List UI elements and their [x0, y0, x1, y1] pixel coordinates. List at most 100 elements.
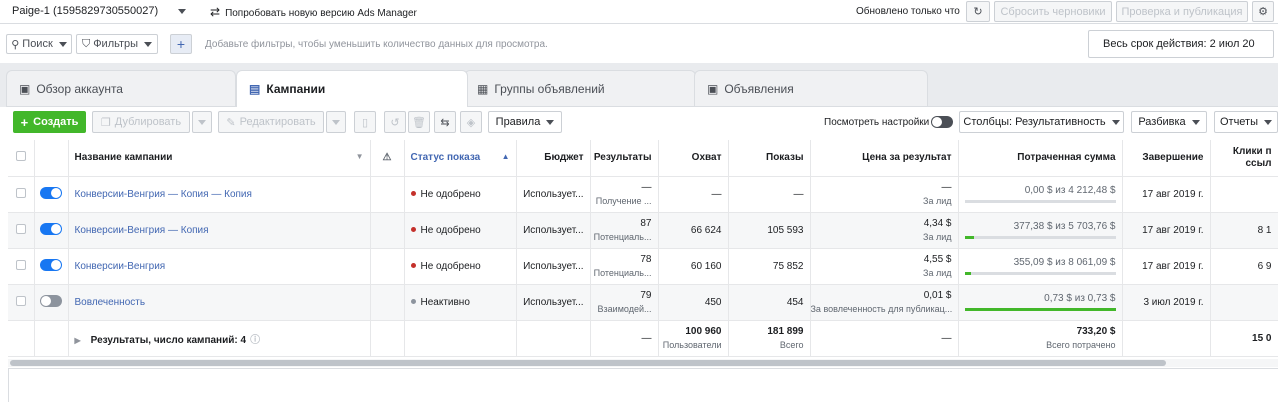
breakdown-button[interactable]: Разбивка	[1131, 111, 1207, 133]
clicks-value: 8 1	[1257, 224, 1272, 236]
header-end[interactable]: Завершение	[1122, 140, 1211, 177]
header-impressions[interactable]: Показы	[728, 140, 811, 177]
campaign-name-link[interactable]: Конверсии-Венгрия — Копия — Копия	[75, 189, 252, 200]
campaign-toggle[interactable]	[40, 294, 62, 307]
select-all-cell[interactable]	[8, 140, 35, 177]
header-label: Результаты	[593, 152, 652, 164]
status-text: Не одобрено	[420, 260, 481, 272]
impressions-cell: 105 593	[728, 212, 811, 249]
refresh-button[interactable]: ↻	[966, 1, 990, 22]
campaigns-table: Название кампании ▼ ⚠ Статус показа ▲ Бюдж…	[8, 140, 1278, 357]
results-cell: 78 Потенциаль...	[590, 248, 659, 285]
table-row[interactable]: Конверсии-Венгрия — Копия — Копия Не одоб…	[8, 176, 1278, 213]
columns-button[interactable]: Столбцы: Результативность	[959, 111, 1124, 133]
header-cost-per-result[interactable]: Цена за результат	[810, 140, 959, 177]
header-label: Цена за результат	[862, 152, 952, 164]
totals-reach-value: 100 960	[685, 326, 722, 337]
search-button[interactable]: ⚲ Поиск	[6, 34, 72, 54]
reach-value: 60 160	[690, 260, 722, 272]
end-date: 17 авг 2019 г.	[1142, 188, 1204, 200]
reach-cell: 60 160	[658, 248, 729, 285]
expand-icon[interactable]: ▶	[75, 336, 81, 345]
document-button[interactable]: ▯	[354, 111, 376, 133]
reports-label: Отчеты	[1219, 116, 1259, 128]
try-new-link[interactable]: ⇄ Попробовать новую версию Ads Manager	[210, 5, 417, 19]
filters-button[interactable]: ⛉ Фильтры	[76, 34, 158, 54]
date-range-selector[interactable]: Весь срок действия: 2 июл 20	[1088, 30, 1274, 58]
header-amount-spent[interactable]: Потраченная сумма	[958, 140, 1123, 177]
reach-value: 450	[704, 296, 722, 308]
tab-account-overview[interactable]: ▣ Обзор аккаунта	[6, 70, 236, 107]
campaign-toggle[interactable]	[40, 186, 62, 199]
totals-impressions-value: 181 899	[767, 326, 804, 337]
tab-ad-sets[interactable]: ▦ Группы объявлений	[464, 70, 696, 107]
create-button[interactable]: + Создать	[13, 111, 86, 133]
duplicate-dropdown[interactable]	[192, 111, 212, 133]
campaign-toggle[interactable]	[40, 222, 62, 235]
campaign-name-link[interactable]: Конверсии-Венгрия — Копия	[75, 225, 209, 236]
reach-cell: 450	[658, 284, 729, 321]
horizontal-scrollbar-thumb[interactable]	[10, 360, 1166, 366]
spent-cell: 0,00 $ из 4 212,48 $	[958, 176, 1123, 213]
header-label: Завершение	[1142, 152, 1204, 164]
edit-dropdown[interactable]	[326, 111, 346, 133]
clicks-cell: 8 1	[1210, 212, 1278, 249]
row-checkbox[interactable]	[15, 259, 26, 270]
table-row[interactable]: Конверсии-Венгрия Не одобрено Использует..…	[8, 248, 1278, 285]
select-cell[interactable]	[8, 248, 35, 285]
tab-ads[interactable]: ▣ Объявления	[694, 70, 928, 107]
header-link-clicks[interactable]: Клики п ссыл	[1210, 140, 1278, 177]
select-cell[interactable]	[8, 284, 35, 321]
header-delivery-status[interactable]: Статус показа ▲	[404, 140, 517, 177]
tab-campaigns[interactable]: ▤ Кампании	[236, 70, 468, 107]
status-cell: Не одобрено	[404, 176, 517, 213]
table-row[interactable]: Конверсии-Венгрия — Копия Не одобрено Испо…	[8, 212, 1278, 249]
tag-button[interactable]: ◈	[460, 111, 482, 133]
reports-button[interactable]: Отчеты	[1214, 111, 1278, 133]
header-label: Охват	[691, 152, 722, 164]
totals-cost-value: —	[941, 332, 952, 344]
toggle-cell	[34, 248, 69, 285]
delete-button[interactable]: 🗑	[408, 111, 430, 133]
select-all-checkbox[interactable]	[15, 151, 26, 162]
spent-value: 355,09 $ из 8 061,09 $	[1013, 257, 1116, 268]
impressions-value: 75 852	[772, 260, 804, 272]
toggle-header	[34, 140, 69, 177]
spend-progress-bar	[964, 272, 1116, 275]
header-reach[interactable]: Охват	[658, 140, 729, 177]
review-publish-button[interactable]: Проверка и публикация	[1116, 1, 1248, 22]
spent-cell: 377,38 $ из 5 703,76 $	[958, 212, 1123, 249]
grid-icon: ▦	[477, 82, 489, 96]
campaign-name-link[interactable]: Вовлеченность	[75, 297, 146, 308]
status-text: Неактивно	[420, 296, 470, 308]
duplicate-button[interactable]: ❐ Дублировать	[92, 111, 190, 133]
select-cell[interactable]	[8, 176, 35, 213]
status-dot	[410, 299, 416, 305]
add-filter-button[interactable]: +	[170, 34, 192, 54]
view-settings-toggle[interactable]	[931, 116, 953, 128]
switch-icon: ⇄	[210, 5, 221, 19]
rules-button[interactable]: Правила	[488, 111, 562, 133]
campaign-toggle[interactable]	[40, 258, 62, 271]
select-cell[interactable]	[8, 212, 35, 249]
header-campaign-name[interactable]: Название кампании ▼	[68, 140, 371, 177]
warning-cell	[370, 284, 405, 321]
table-row[interactable]: Вовлеченность Неактивно Использует... 79 Вза…	[8, 284, 1278, 321]
updated-text: Обновлено только что	[856, 6, 960, 17]
edit-button[interactable]: ✎ Редактировать	[218, 111, 324, 133]
cost-value: 0,01 $	[923, 290, 952, 301]
row-checkbox[interactable]	[15, 187, 26, 198]
header-results[interactable]: Результаты	[590, 140, 659, 177]
settings-button[interactable]: ⚙	[1252, 1, 1274, 22]
totals-label: Результаты, число кампаний: 4	[90, 334, 247, 346]
campaign-name-link[interactable]: Конверсии-Венгрия	[75, 261, 166, 272]
account-icon: ▣	[19, 82, 31, 96]
spend-progress-fill	[964, 308, 1116, 311]
discard-drafts-button[interactable]: Сбросить черновики	[994, 1, 1112, 22]
row-checkbox[interactable]	[15, 223, 26, 234]
ab-test-button[interactable]: ⇆	[434, 111, 456, 133]
row-checkbox[interactable]	[15, 295, 26, 306]
reset-button[interactable]: ↺	[384, 111, 406, 133]
account-selector[interactable]: Paige-1 (1595829730550027)	[4, 1, 194, 21]
header-budget[interactable]: Бюджет	[516, 140, 591, 177]
